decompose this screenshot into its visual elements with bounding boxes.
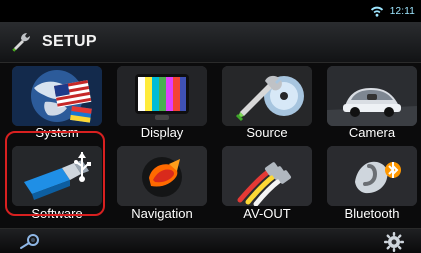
bottom-bar <box>0 228 421 253</box>
wifi-icon <box>370 6 383 17</box>
page-title: SETUP <box>42 33 97 50</box>
bluetooth-tile[interactable] <box>327 146 417 206</box>
software-label: Software <box>31 206 83 221</box>
navigation-label: Navigation <box>131 206 193 221</box>
source-cd-wrench-icon <box>222 66 312 126</box>
av-cables-icon <box>222 146 312 206</box>
av-out-label: AV-OUT <box>243 206 291 221</box>
wrench-icon <box>12 33 30 52</box>
display-tile[interactable] <box>117 66 207 126</box>
system-tile[interactable] <box>12 66 102 126</box>
navigation-tile[interactable] <box>117 146 207 206</box>
clock: 12:11 <box>389 5 415 17</box>
bluetooth-icon <box>327 146 417 206</box>
search-icon[interactable] <box>18 233 44 251</box>
world-flags-icon <box>12 66 102 126</box>
usb-stick-icon <box>12 146 102 206</box>
gear-icon[interactable] <box>383 231 405 253</box>
camera-label: Camera <box>348 125 396 140</box>
source-tile[interactable] <box>222 66 312 126</box>
av-out-tile[interactable] <box>222 146 312 206</box>
bluetooth-label: Bluetooth <box>344 206 400 221</box>
navigation-arrow-icon <box>117 146 207 206</box>
tv-color-bars-icon <box>117 66 207 126</box>
source-label: Source <box>246 125 288 140</box>
car-camera-icon <box>327 66 417 126</box>
status-right: 12:11 <box>370 3 415 19</box>
software-tile[interactable] <box>12 146 102 206</box>
display-label: Display <box>140 125 184 140</box>
camera-tile[interactable] <box>327 66 417 126</box>
status-bar: 12:11 <box>0 0 421 22</box>
header: SETUP <box>0 22 421 63</box>
system-label: System <box>35 125 79 140</box>
